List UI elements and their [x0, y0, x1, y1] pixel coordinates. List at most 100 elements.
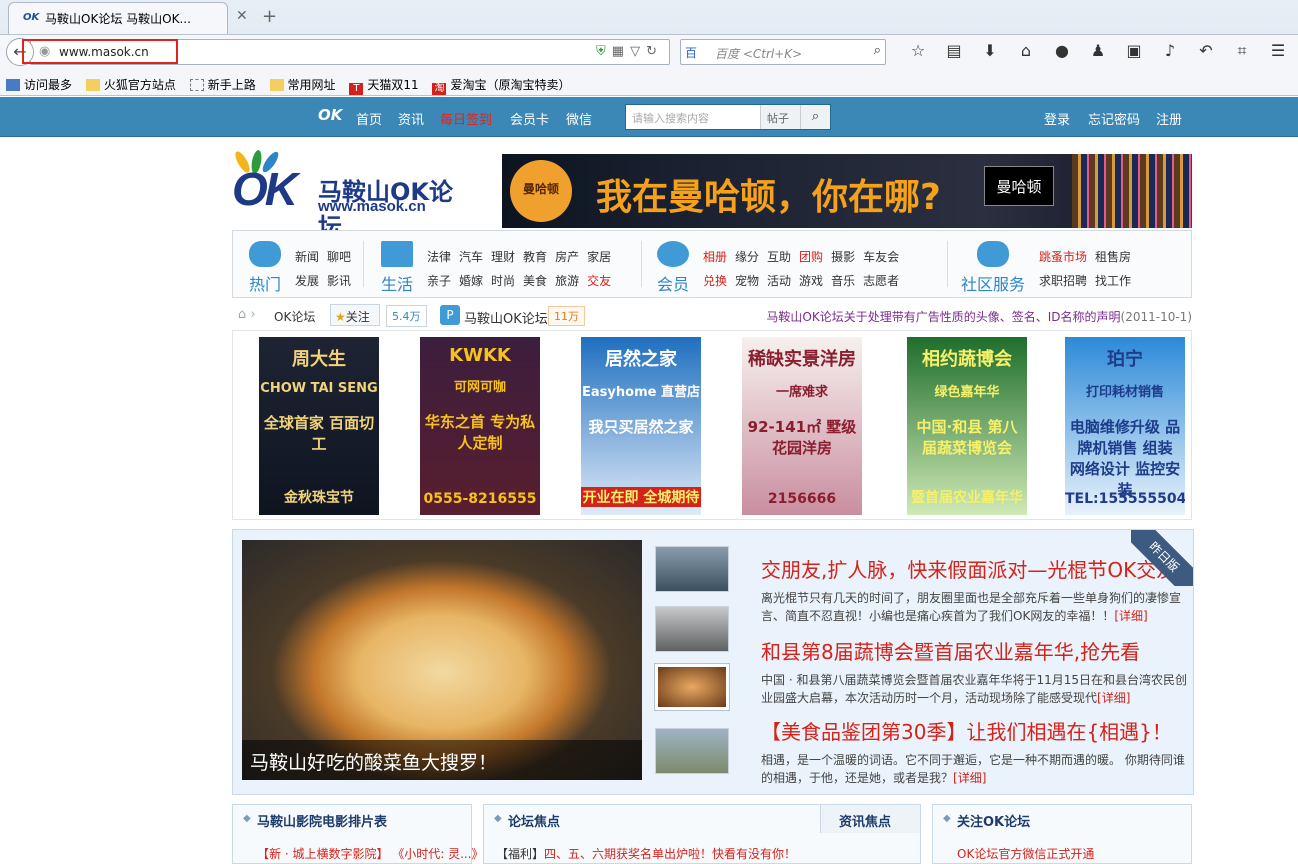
- search-icon[interactable]: ⌕: [800, 105, 830, 129]
- news-title[interactable]: 【美食品鉴团第30季】让我们相遇在{相遇}！: [761, 716, 1191, 745]
- ad-villa[interactable]: 稀缺实景洋房 一席难求 92-141㎡ 墅级花园洋房 2156666: [742, 337, 862, 515]
- category-link[interactable]: 房产: [555, 250, 579, 264]
- news-more-link[interactable]: [详细]: [1097, 691, 1130, 705]
- nav-news[interactable]: 资讯: [398, 109, 424, 128]
- site-search[interactable]: 请输入搜索内容 帖子 ⌕: [625, 104, 831, 130]
- nav-wechat[interactable]: 微信: [566, 109, 592, 128]
- category-link[interactable]: 租售房: [1095, 250, 1131, 264]
- tab-news-focus[interactable]: 资讯焦点: [820, 805, 920, 833]
- box-title[interactable]: 论坛焦点: [508, 811, 560, 830]
- ad-poning[interactable]: 珀宁 打印耗材销售 电脑维修升级 品牌机销售 组装 网络设计 监控安装 TEL:155…: [1065, 337, 1185, 515]
- thumbnail[interactable]: [655, 606, 729, 652]
- category-link[interactable]: 旅游: [555, 274, 579, 288]
- category-link[interactable]: 互助: [767, 250, 791, 264]
- close-tab-icon[interactable]: ✕: [236, 8, 248, 24]
- menu-icon[interactable]: ☰: [1260, 41, 1296, 60]
- category-link[interactable]: 家居: [587, 250, 611, 264]
- category-link[interactable]: 相册: [703, 250, 727, 264]
- category-link[interactable]: 兑换: [703, 274, 727, 288]
- site-logo[interactable]: OK 马鞍山OK论坛 www.masok.cn: [232, 149, 472, 241]
- speaker-icon[interactable]: ♪: [1152, 41, 1188, 60]
- bookmark-item[interactable]: T 天猫双11: [349, 76, 419, 95]
- browser-tab[interactable]: OK 马鞍山OK论坛 马鞍山OK...: [8, 2, 228, 34]
- crop-icon[interactable]: ⌗: [1224, 41, 1260, 61]
- category-link[interactable]: 求职招聘: [1039, 274, 1087, 288]
- yesterday-ribbon[interactable]: 昨日版: [1131, 530, 1193, 586]
- box-title[interactable]: 关注OK论坛: [957, 811, 1030, 830]
- category-label[interactable]: 生活: [381, 271, 413, 295]
- category-link[interactable]: 美食: [523, 274, 547, 288]
- category-link[interactable]: 亲子: [427, 274, 451, 288]
- nav-checkin[interactable]: 每日签到: [440, 109, 492, 128]
- news-more-link[interactable]: [详细]: [1114, 609, 1147, 623]
- bookmark-item[interactable]: 新手上路: [189, 76, 256, 93]
- bookmark-star-icon[interactable]: ☆: [900, 41, 936, 60]
- category-label[interactable]: 会员: [657, 271, 689, 295]
- url-actions[interactable]: ⛨▦▽↻: [596, 44, 663, 59]
- bookmark-item[interactable]: 火狐官方站点: [85, 76, 176, 93]
- ad-zhoudasheng[interactable]: 周大生 CHOW TAI SENG 全球首家 百面切工 金秋珠宝节: [259, 337, 379, 515]
- category-link[interactable]: 时尚: [491, 274, 515, 288]
- box-link[interactable]: 【福利】四、五、六期获奖名单出炉啦！快看有没有你！: [496, 845, 796, 862]
- category-link[interactable]: 汽车: [459, 250, 483, 264]
- news-more-link[interactable]: [详细]: [953, 771, 986, 785]
- search-scope-select[interactable]: 帖子: [760, 105, 802, 129]
- nav-home[interactable]: 首页: [356, 109, 382, 128]
- category-link[interactable]: 音乐: [831, 274, 855, 288]
- news-title[interactable]: 和县第8届蔬博会暨首届农业嘉年华,抢先看: [761, 636, 1191, 665]
- category-link[interactable]: 新闻: [295, 250, 319, 264]
- thumbnail[interactable]: [655, 728, 729, 774]
- news-title[interactable]: 交朋友,扩人脉，快来假面派对—光棍节OK交友: [761, 554, 1191, 583]
- new-tab-icon[interactable]: +: [262, 6, 277, 27]
- login-link[interactable]: 登录: [1044, 109, 1070, 128]
- category-link[interactable]: 摄影: [831, 250, 855, 264]
- follow-button[interactable]: ★关注: [330, 304, 380, 326]
- feature-image[interactable]: 马鞍山好吃的酸菜鱼大搜罗！: [242, 540, 642, 780]
- bookmark-item[interactable]: 淘爱淘宝（原淘宝特卖）: [432, 76, 571, 95]
- category-label[interactable]: 热门: [249, 271, 281, 295]
- category-link[interactable]: 影讯: [327, 274, 351, 288]
- ad-vegetable-expo[interactable]: 相约蔬博会 绿色嘉年华 中国·和县 第八届蔬菜博览会 暨首届农业嘉年华: [907, 337, 1027, 515]
- thumbnail-selected[interactable]: [654, 663, 730, 711]
- translate-icon[interactable]: ▣: [1116, 41, 1152, 60]
- nav-member-card[interactable]: 会员卡: [510, 109, 549, 128]
- category-link[interactable]: 活动: [767, 274, 791, 288]
- notice-link[interactable]: 马鞍山OK论坛关于处理带有广告性质的头像、签名、ID名称的声明(2011-10-…: [766, 308, 1192, 325]
- category-link[interactable]: 志愿者: [863, 274, 899, 288]
- category-link[interactable]: 交友: [587, 274, 611, 288]
- baidu-icon[interactable]: 百: [685, 44, 697, 61]
- home-icon[interactable]: ⌂: [1008, 41, 1044, 60]
- category-link[interactable]: 宠物: [735, 274, 759, 288]
- register-link[interactable]: 注册: [1156, 109, 1182, 128]
- category-link[interactable]: 游戏: [799, 274, 823, 288]
- breadcrumb-forum[interactable]: OK论坛: [274, 308, 315, 325]
- category-link[interactable]: 车友会: [863, 250, 899, 264]
- top-banner-ad[interactable]: 曼哈顿 我在曼哈顿，你在哪? 曼哈顿: [502, 154, 1192, 228]
- forum-name[interactable]: 马鞍山OK论坛: [464, 308, 548, 327]
- category-link[interactable]: 法律: [427, 250, 451, 264]
- thumbnail[interactable]: [655, 546, 729, 592]
- chat-icon[interactable]: ●: [1044, 41, 1080, 60]
- search-icon[interactable]: ⌕: [874, 43, 881, 58]
- category-link[interactable]: 教育: [523, 250, 547, 264]
- search-bar[interactable]: 百 百度 <Ctrl+K> ⌕: [680, 39, 886, 65]
- category-link[interactable]: 跳蚤市场: [1039, 250, 1087, 264]
- reader-icon[interactable]: ▤: [936, 41, 972, 60]
- ad-easyhome[interactable]: 居然之家 Easyhome 直营店 我只买居然之家 开业在即 全城期待: [581, 337, 701, 515]
- bookmark-item[interactable]: 访问最多: [6, 76, 72, 93]
- category-link[interactable]: 找工作: [1095, 274, 1131, 288]
- category-link[interactable]: 缘分: [735, 250, 759, 264]
- category-link[interactable]: 婚嫁: [459, 274, 483, 288]
- home-icon[interactable]: ⌂ ›: [238, 307, 256, 322]
- download-icon[interactable]: ⬇: [972, 41, 1008, 60]
- category-link[interactable]: 聊吧: [327, 250, 351, 264]
- bookmark-item[interactable]: 常用网址: [269, 76, 336, 93]
- feature-caption[interactable]: 马鞍山好吃的酸菜鱼大搜罗！: [242, 740, 642, 780]
- box-link[interactable]: 【新 · 城上横数字影院】 《小时代: 灵...》: [257, 845, 484, 862]
- user-icon[interactable]: ♟: [1080, 41, 1116, 60]
- ad-kwkk[interactable]: KWKK 可网可咖 华东之首 专为私人定制 0555-8216555: [420, 337, 540, 515]
- site-search-input[interactable]: 请输入搜索内容: [632, 110, 709, 126]
- box-title[interactable]: 马鞍山影院电影排片表: [257, 811, 387, 830]
- category-label[interactable]: 社区服务: [961, 271, 1025, 295]
- category-link[interactable]: 团购: [799, 250, 823, 264]
